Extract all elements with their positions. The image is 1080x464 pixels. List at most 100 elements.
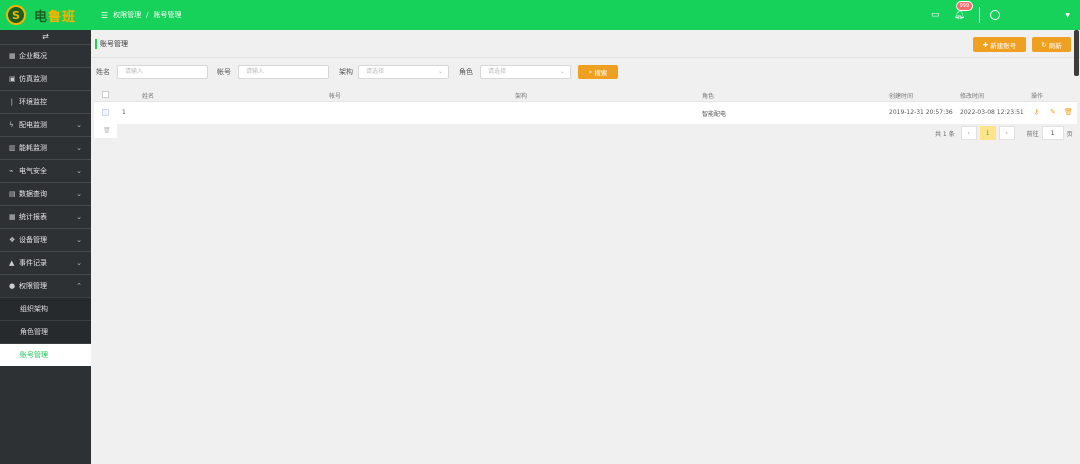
- sidebar-item-label: 仿真监测: [19, 75, 47, 83]
- role-select-placeholder: 请选择: [488, 68, 507, 75]
- sidebar-item-simulation[interactable]: ▣ 仿真监测: [0, 67, 91, 90]
- brand-name: 电鲁班: [34, 6, 76, 25]
- edit-icon[interactable]: ✎: [1050, 108, 1056, 116]
- column-header-org[interactable]: 架构: [515, 91, 527, 100]
- lightning-icon: ϟ: [9, 121, 14, 129]
- dashboard-icon: ▦: [9, 52, 16, 60]
- breadcrumb: ☰ 权限管理 / 账号管理: [101, 10, 182, 20]
- sidebar-item-devices[interactable]: ❖ 设备管理 ⌄: [0, 228, 91, 251]
- select-all-checkbox[interactable]: [102, 91, 109, 98]
- page-title: 账号管理: [95, 39, 128, 49]
- table-icon: ▦: [9, 213, 16, 221]
- sidebar-item-energy[interactable]: ▥ 能耗监测 ⌄: [0, 136, 91, 159]
- sidebar-subitem-accounts[interactable]: 账号管理: [0, 343, 91, 366]
- cubes-icon: ❖: [9, 236, 16, 244]
- users-icon: ●: [9, 282, 16, 290]
- sidebar-item-events[interactable]: ▲ 事件记录 ⌄: [0, 251, 91, 274]
- brand-logo[interactable]: S 电鲁班: [0, 5, 91, 25]
- list-icon: ☰: [101, 10, 109, 20]
- breadcrumb-separator: /: [146, 11, 149, 19]
- sidebar-subitem-organization[interactable]: 组织架构: [0, 297, 91, 320]
- brand-name-part1: 电: [34, 9, 49, 25]
- sidebar-item-label: 数据查询: [19, 190, 47, 198]
- batch-actions: 🗑︎: [94, 124, 117, 138]
- sidebar-item-label: 权限管理: [19, 282, 47, 290]
- column-header-created[interactable]: 创建时间: [889, 91, 913, 100]
- goto-label: 前往: [1026, 130, 1039, 138]
- page-title-bar: 账号管理 ✚ 新建账号 ↻ 刷新: [91, 30, 1080, 76]
- plug-icon: ⌁: [9, 167, 14, 175]
- column-header-actions: 操作: [1031, 93, 1044, 100]
- batch-delete-icon[interactable]: 🗑︎: [103, 127, 111, 134]
- name-filter-input[interactable]: 请输入: [117, 65, 208, 79]
- delete-icon[interactable]: 🗑︎: [1064, 108, 1073, 116]
- sidebar-item-label: 电气安全: [19, 167, 47, 175]
- add-account-button[interactable]: ✚ 新建账号: [973, 37, 1026, 52]
- column-header-account[interactable]: 帐号: [329, 91, 341, 100]
- sidebar-item-environment[interactable]: ❘ 环境监控: [0, 90, 91, 113]
- next-page-button[interactable]: ›: [998, 126, 1015, 140]
- sidebar-item-label: 统计报表: [19, 213, 47, 221]
- sidebar-item-label: 企业概况: [19, 52, 47, 60]
- sidebar-item-data-query[interactable]: ▤ 数据查询 ⌄: [0, 182, 91, 205]
- header-divider: [979, 7, 980, 23]
- chevron-up-icon: ⌃: [76, 282, 82, 290]
- sidebar-item-label: 能耗监测: [19, 144, 47, 152]
- chevron-down-icon: ⌄: [76, 167, 82, 175]
- chevron-down-icon: ⌄: [559, 68, 565, 75]
- chevron-down-icon: ⌄: [76, 190, 82, 198]
- refresh-button[interactable]: ↻ 刷新: [1032, 37, 1071, 52]
- column-header-role[interactable]: 角色: [702, 91, 714, 100]
- search-button-label: 搜索: [594, 69, 608, 77]
- header-actions: ▭ 🔔︎ 999: [931, 0, 1080, 30]
- table-row[interactable]: 1 智能配电 2019-12-31 20:57:36 2022-03-08 12…: [94, 102, 1077, 124]
- sidebar-item-label: 设备管理: [19, 236, 47, 244]
- search-button[interactable]: ⌕ 搜索: [578, 65, 618, 79]
- sidebar-collapse-toggle-icon[interactable]: ⇄: [0, 30, 91, 44]
- sidebar-item-distribution[interactable]: ϟ 配电监测 ⌄: [0, 113, 91, 136]
- column-header-modified[interactable]: 修改时间: [960, 91, 984, 100]
- org-filter-select[interactable]: 请选择 ⌄: [358, 65, 449, 79]
- role-filter-label: 角色: [459, 68, 473, 76]
- notification-badge: 999: [955, 1, 974, 11]
- row-checkbox[interactable]: [102, 109, 109, 116]
- org-filter-label: 架构: [339, 68, 353, 76]
- refresh-icon: ↻: [1041, 40, 1049, 49]
- role-filter-select[interactable]: 请选择 ⌄: [480, 65, 571, 79]
- bell-icon[interactable]: 🔔︎ 999: [954, 1, 974, 20]
- sidebar-item-label: 事件记录: [19, 259, 47, 267]
- chevron-down-icon: ⌄: [76, 213, 82, 221]
- sidebar-item-permissions[interactable]: ● 权限管理 ⌃: [0, 274, 91, 297]
- user-dropdown-caret-icon[interactable]: ▼: [1065, 12, 1070, 19]
- key-icon[interactable]: ⚷: [1034, 108, 1039, 116]
- prev-page-button[interactable]: ‹: [960, 126, 977, 140]
- pagination-total: 共 1 条: [935, 130, 955, 138]
- main-content: 账号管理 ✚ 新建账号 ↻ 刷新 姓名 请输入 帐号 请输入 架构 请选择 ⌄ 角…: [91, 30, 1080, 464]
- table-header: 姓名 帐号 架构 角色 创建时间 修改时间 操作: [94, 88, 1077, 102]
- refresh-label: 刷新: [1048, 41, 1062, 50]
- sidebar-item-label: 配电监测: [19, 121, 47, 129]
- breadcrumb-item-account: 账号管理: [153, 11, 182, 19]
- chevron-down-icon: ⌄: [76, 259, 82, 267]
- page-suffix-label: 页: [1066, 130, 1073, 138]
- pagination: 共 1 条 ‹ 1 › 前往 1 页: [935, 126, 1073, 140]
- goto-page-input[interactable]: 1: [1041, 126, 1064, 140]
- accounts-table: 姓名 帐号 架构 角色 创建时间 修改时间 操作 1 智能配电 2019-12-…: [94, 88, 1077, 138]
- chevron-down-icon: ⌄: [76, 236, 82, 244]
- plus-icon: ✚: [982, 40, 991, 49]
- monitor-icon: ▣: [9, 75, 16, 83]
- column-header-name[interactable]: 姓名: [142, 91, 154, 100]
- sidebar-item-reports[interactable]: ▦ 统计报表 ⌄: [0, 205, 91, 228]
- chevron-down-icon: ⌄: [437, 68, 443, 75]
- sidebar-item-electrical-safety[interactable]: ⌁ 电气安全 ⌄: [0, 159, 91, 182]
- screen-icon[interactable]: ▭: [931, 10, 940, 20]
- account-filter-input[interactable]: 请输入: [238, 65, 329, 79]
- user-avatar-icon[interactable]: [990, 10, 1000, 20]
- chart-icon: ▥: [9, 144, 16, 152]
- cell-modified: 2022-03-08 12:23:51: [960, 109, 1024, 116]
- cell-created: 2019-12-31 20:57:36: [889, 109, 953, 116]
- breadcrumb-item-permission[interactable]: 权限管理: [113, 10, 141, 20]
- sidebar-item-overview[interactable]: ▦ 企业概况: [0, 44, 91, 67]
- page-number-button[interactable]: 1: [979, 126, 996, 140]
- sidebar-subitem-roles[interactable]: 角色管理: [0, 320, 91, 343]
